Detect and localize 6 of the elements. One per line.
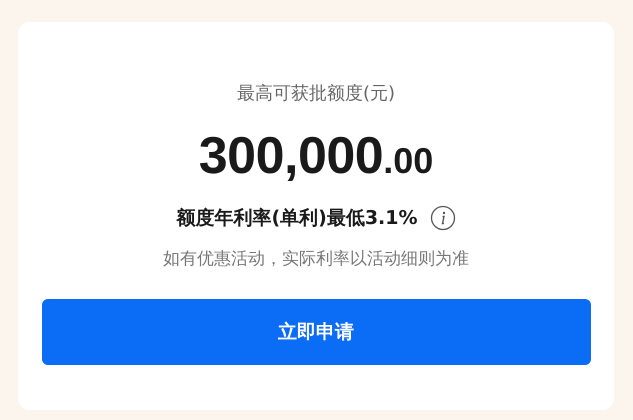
notice-text: 如有优惠活动，实际利率以活动细则为准 (163, 248, 469, 271)
rate-text: 额度年利率(单利)最低3.1% (176, 206, 418, 231)
apply-button[interactable]: 立即申请 (42, 299, 590, 365)
limit-label: 最高可获批额度(元) (236, 82, 396, 106)
info-icon[interactable] (430, 205, 456, 231)
amount-text: 300,000.00 (198, 128, 434, 187)
